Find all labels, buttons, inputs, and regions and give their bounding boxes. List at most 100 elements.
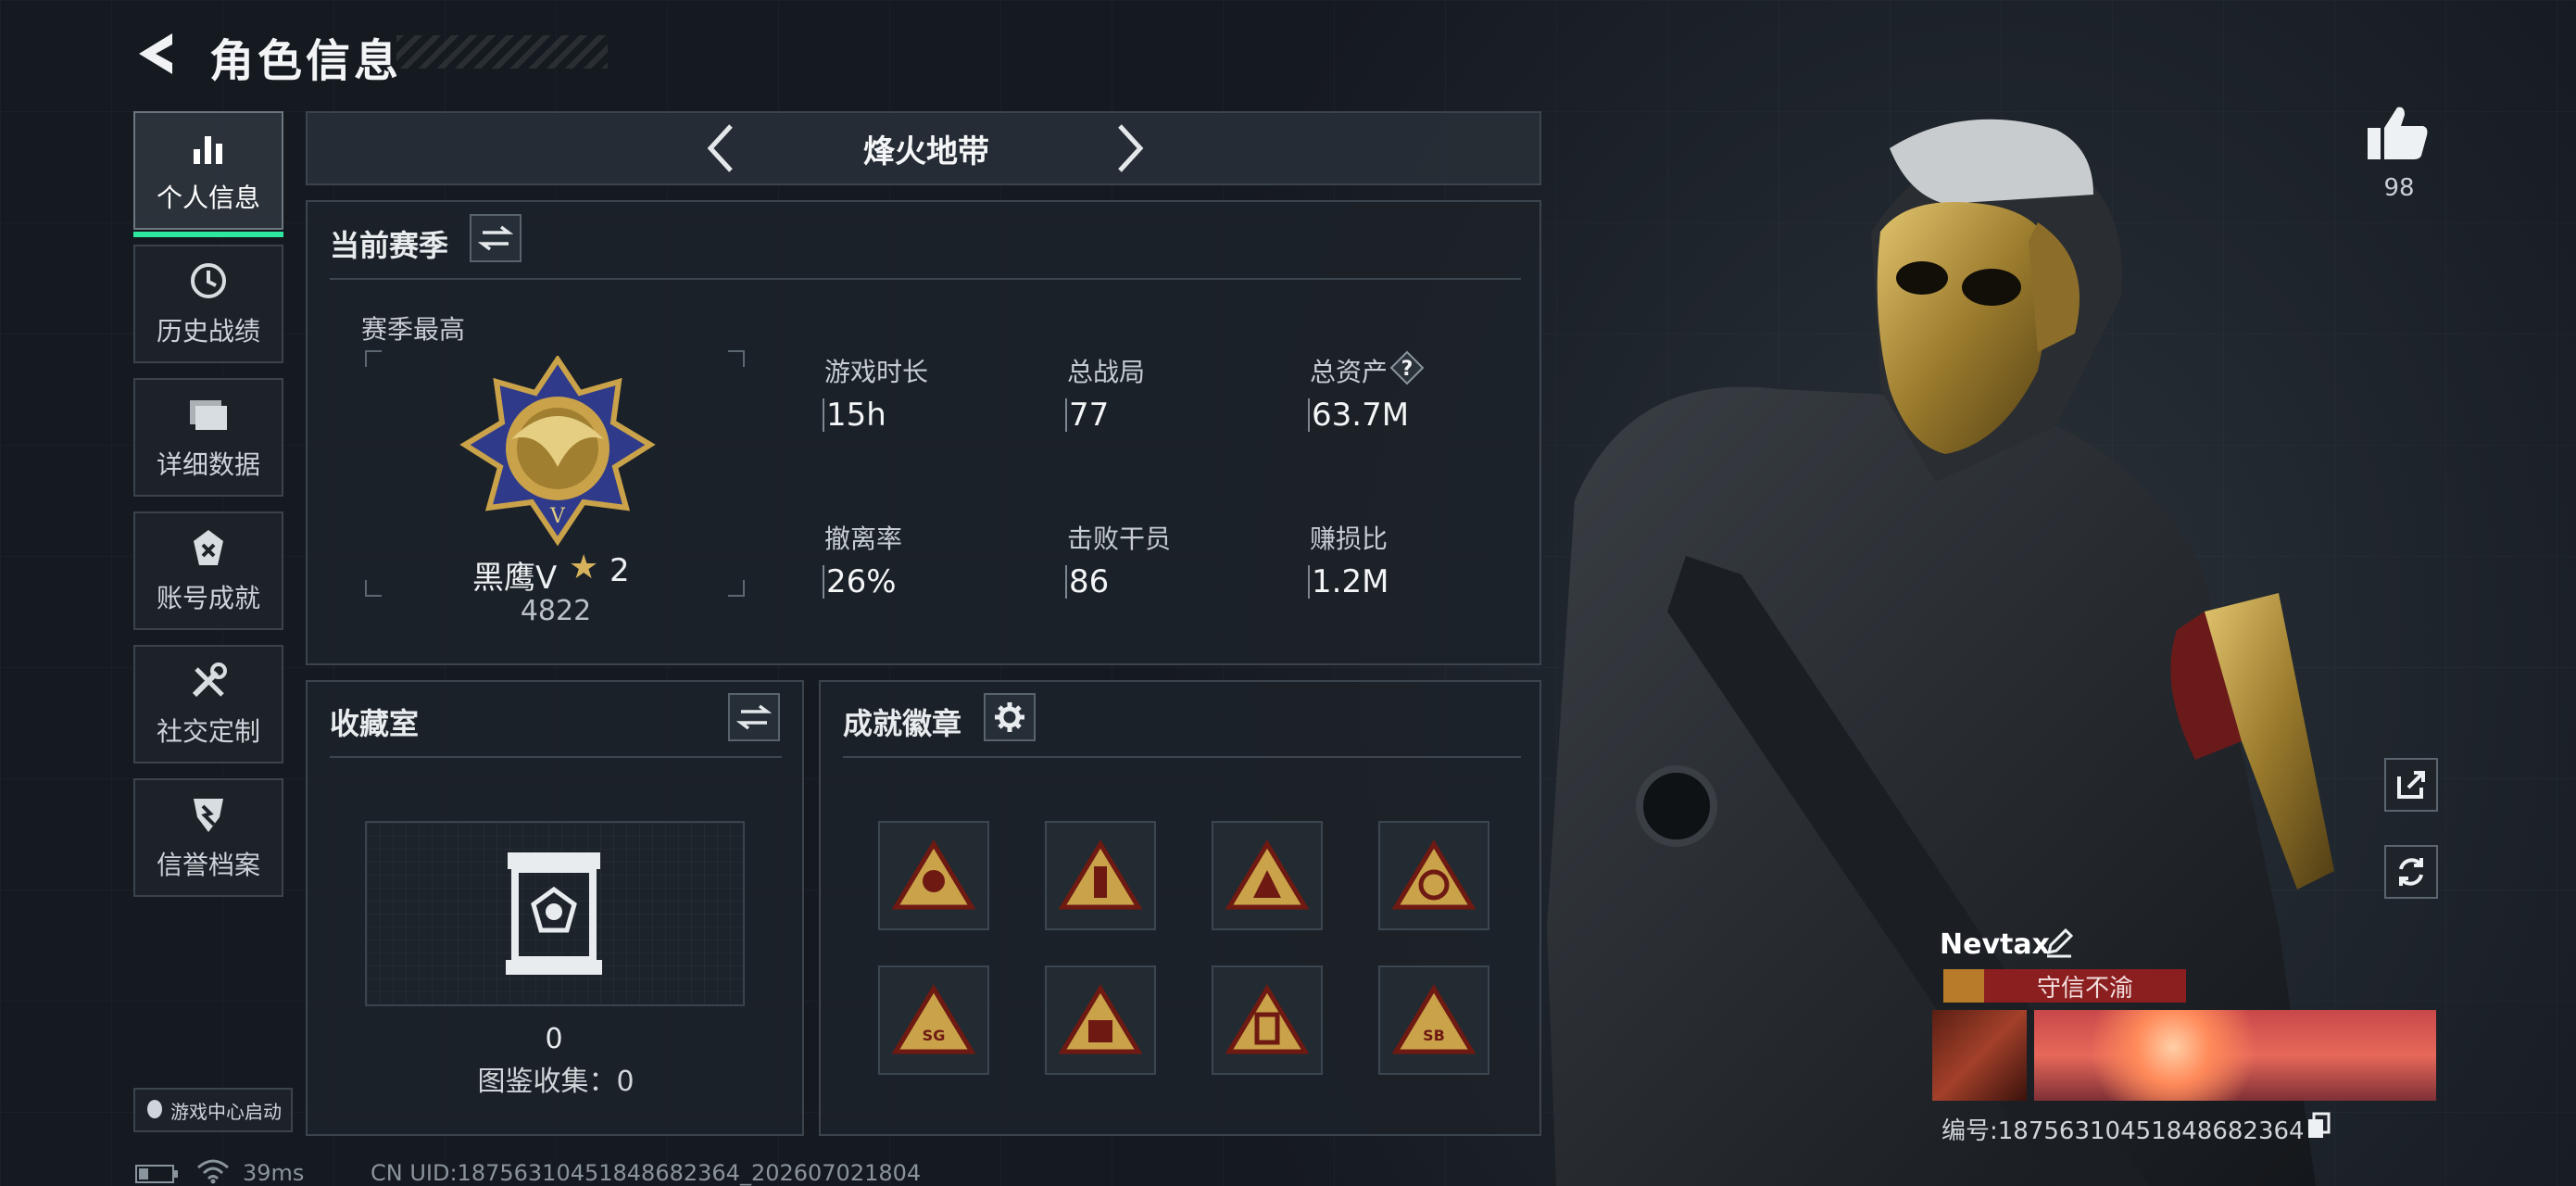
stat-accent: [823, 565, 824, 599]
share-button[interactable]: [2384, 758, 2438, 812]
sidebar-item-details[interactable]: 详细数据: [133, 378, 283, 497]
battery-icon: [135, 1165, 178, 1183]
sidebar-item-label: 信誉档案: [156, 850, 260, 880]
achievement-badge[interactable]: [1378, 821, 1489, 930]
achievement-badge-5-icon: SG: [892, 984, 975, 1054]
achievement-badge-3-icon: [1225, 839, 1309, 910]
sidebar-item-credit[interactable]: 信誉档案: [133, 778, 283, 897]
rank-score: 4822: [520, 595, 592, 627]
rank-emblem-icon: V: [459, 356, 656, 547]
achievement-badge-6-icon: [1059, 984, 1142, 1054]
history-clock-icon: [186, 259, 231, 302]
achievement-badge[interactable]: [1212, 821, 1323, 930]
svg-text:SB: SB: [1423, 1027, 1445, 1044]
collection-count: 0: [545, 1023, 563, 1055]
swap-arrows-icon: [735, 704, 773, 730]
achievement-badge-7-icon: [1225, 984, 1309, 1054]
title-decoration: [396, 35, 608, 69]
page-title: 角色信息: [209, 35, 403, 87]
divider: [843, 756, 1521, 758]
achievement-badge-1-icon: [892, 839, 975, 910]
launch-label: 游戏中心启动: [170, 1100, 282, 1123]
thumbs-up-icon[interactable]: [2364, 104, 2431, 163]
display-case-icon: [506, 852, 602, 975]
stat-value: 77: [1069, 397, 1110, 434]
stat-value: 63.7M: [1312, 397, 1410, 434]
stat-label: 总资产: [1310, 357, 1389, 387]
achievement-badge[interactable]: [878, 821, 989, 930]
season-title: 当前赛季: [330, 228, 449, 263]
season-best-label: 赛季最高: [361, 314, 466, 345]
player-title-tag: 守信不渝: [1943, 969, 2186, 1003]
copy-icon[interactable]: [2306, 1112, 2331, 1140]
folder-icon: [186, 393, 231, 435]
help-icon[interactable]: ?: [1389, 350, 1425, 385]
stat-value: 26%: [826, 563, 897, 600]
edit-pencil-icon[interactable]: [2045, 925, 2073, 958]
svg-text:?: ?: [1401, 358, 1414, 381]
gear-icon: [995, 702, 1024, 732]
sidebar-item-profile[interactable]: 个人信息: [133, 111, 283, 237]
achievement-badge-2-icon: [1059, 839, 1142, 910]
svg-text:SG: SG: [923, 1027, 946, 1044]
badge-title: 成就徽章: [843, 706, 962, 741]
sidebar-item-label: 社交定制: [156, 716, 260, 747]
ping-value: 39ms: [243, 1160, 305, 1186]
collection-switch-button[interactable]: [728, 693, 780, 741]
stat-label: 撤离率: [824, 524, 903, 554]
stat-value: 86: [1069, 563, 1110, 600]
stat-value: 15h: [826, 397, 886, 434]
stat-label: 游戏时长: [824, 357, 929, 387]
stat-accent: [823, 398, 824, 432]
stat-label: 赚损比: [1310, 524, 1389, 554]
player-id: 编号:1875631045184868236​4: [1941, 1117, 2305, 1145]
achievement-badge-4-icon: [1392, 839, 1476, 910]
sidebar-item-label: 账号成就: [156, 583, 260, 613]
stat-accent: [1065, 565, 1067, 599]
rank-star-icon: ★: [569, 549, 599, 587]
uid-text: CN UID:1875631045184868236​4_20260702180…: [371, 1160, 922, 1186]
sidebar-item-achievements[interactable]: 账号成就: [133, 511, 283, 630]
game-center-launch-button[interactable]: 游戏中心启动: [133, 1088, 293, 1132]
stat-accent: [1308, 565, 1310, 599]
chevron-left-icon[interactable]: [699, 120, 746, 176]
refresh-button[interactable]: [2384, 845, 2438, 899]
wifi-icon: [197, 1159, 229, 1184]
stat-label: 击败干员: [1067, 524, 1172, 554]
sidebar-item-social[interactable]: 社交定制: [133, 645, 283, 763]
avatar-frame[interactable]: [1932, 1010, 2027, 1101]
like-count: 98: [2383, 174, 2415, 202]
season-switch-button[interactable]: [470, 214, 521, 262]
collection-guide: 图鉴收集：0: [477, 1066, 635, 1098]
rank-star-count: 2: [609, 552, 630, 589]
badge-settings-button[interactable]: [984, 693, 1036, 741]
achievement-badge[interactable]: [1045, 821, 1156, 930]
share-icon: [2397, 771, 2425, 799]
achievement-badge[interactable]: [1045, 965, 1156, 1075]
sidebar-item-label: 个人信息: [156, 183, 260, 213]
bar-chart-icon: [186, 126, 231, 169]
achievement-badge-8-icon: SB: [1392, 984, 1476, 1054]
achievement-badge[interactable]: [1212, 965, 1323, 1075]
player-name: Nevtax: [1940, 928, 2050, 961]
shield-badge-icon: [186, 793, 231, 836]
refresh-icon: [2399, 858, 2423, 886]
stat-accent: [1065, 398, 1067, 432]
mode-name: 烽火地带: [863, 133, 989, 170]
profile-banner[interactable]: [2034, 1010, 2436, 1101]
divider: [330, 756, 782, 758]
sidebar-item-label: 详细数据: [156, 449, 260, 480]
stat-label: 总战局: [1067, 357, 1146, 387]
sidebar-item-history[interactable]: 历史战绩: [133, 245, 283, 363]
back-arrow-icon[interactable]: [132, 28, 180, 80]
qq-penguin-icon: [147, 1100, 162, 1118]
title-emblem-icon: [1943, 969, 1984, 1003]
stat-accent: [1308, 398, 1310, 432]
stat-value: 1.2M: [1312, 563, 1389, 600]
divider: [330, 278, 1521, 280]
chevron-right-icon[interactable]: [1105, 120, 1151, 176]
achievement-badge[interactable]: SB: [1378, 965, 1489, 1075]
medal-icon: [186, 526, 231, 569]
swap-arrows-icon: [477, 225, 514, 251]
achievement-badge[interactable]: SG: [878, 965, 989, 1075]
